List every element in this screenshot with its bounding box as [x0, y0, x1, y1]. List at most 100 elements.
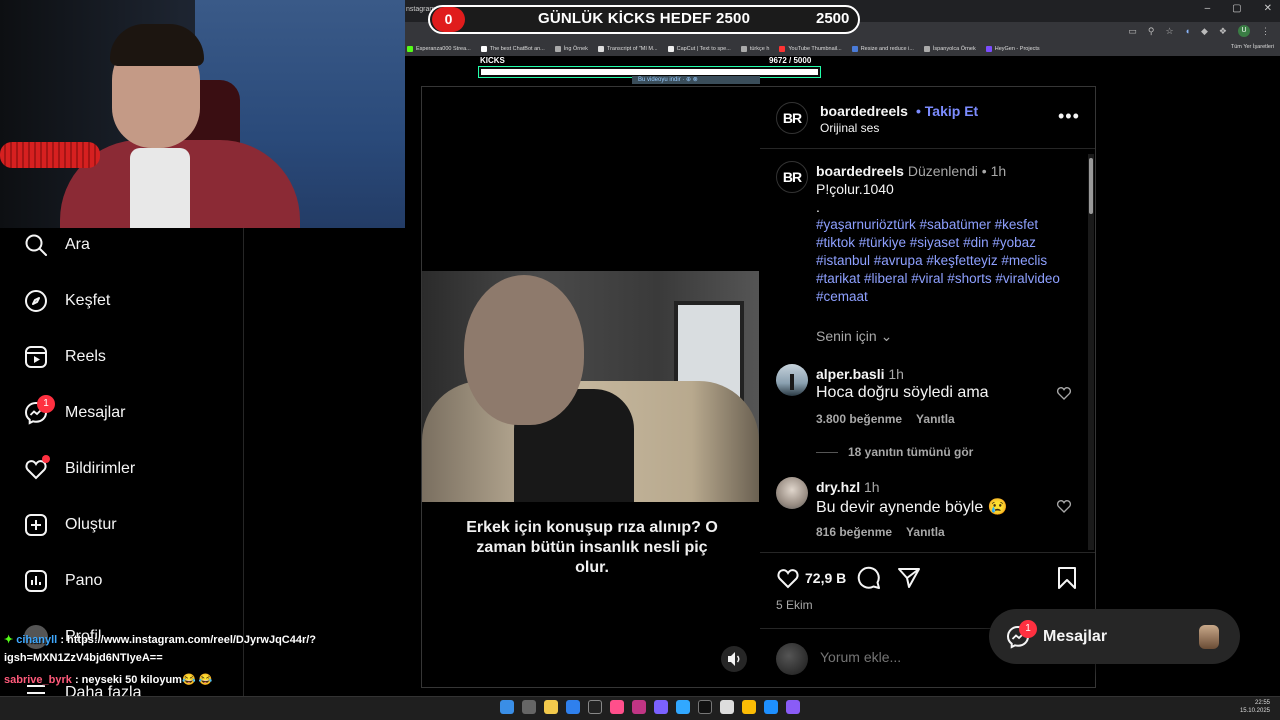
chat-username: sabrive_byrk	[4, 674, 72, 686]
sidebar-item-pano[interactable]: Pano	[24, 569, 102, 593]
tiktok-icon[interactable]	[698, 700, 712, 714]
audio-icon[interactable]: ◖	[1185, 26, 1190, 36]
bookmark-item[interactable]: Resize and reduce i...	[851, 46, 914, 52]
bookmark-item[interactable]: YouTube Thumbnail...	[779, 46, 842, 52]
share-icon[interactable]	[897, 566, 921, 590]
app-icon[interactable]	[764, 700, 778, 714]
bookmark-item[interactable]: İspanyolca Örnek	[923, 46, 976, 52]
view-replies-button[interactable]: 18 yanıtın tümünü gör	[816, 445, 973, 459]
comment-meta: 3.800 beğenme Yanıtla	[816, 412, 955, 426]
messages-float-badge: 1	[1019, 620, 1037, 638]
bookmark-favicon-icon	[667, 46, 674, 52]
bookmark-item[interactable]: türkçe h	[740, 46, 769, 52]
cast-icon[interactable]: ▭	[1128, 26, 1137, 37]
comment-input[interactable]	[820, 649, 980, 665]
chat-text: : neyseki 50 kiloyum😂 😂	[74, 674, 213, 686]
comment-likes[interactable]: 816 beğenme	[816, 525, 892, 539]
maximize-icon[interactable]: ▢	[1232, 3, 1241, 14]
video-frame-image	[422, 271, 759, 502]
app-icon[interactable]	[610, 700, 624, 714]
clock-time: 22:55	[1254, 700, 1270, 706]
chat-text: igsh=MXN1ZzV4bjd6NTIyeA==	[4, 652, 163, 664]
comment-username[interactable]: dry.hzl	[816, 479, 860, 495]
comment-username[interactable]: alper.basli	[816, 366, 884, 382]
like-count[interactable]: 72,9 B	[805, 570, 846, 586]
sidebar-item-kesfet[interactable]: Keşfet	[24, 289, 110, 313]
chevron-down-icon: ⌄	[880, 328, 893, 344]
taskbar-clock[interactable]: 22:55 15.10.2025	[1240, 699, 1270, 715]
comment-avatar[interactable]	[776, 364, 808, 396]
comment-like-heart-icon[interactable]	[1056, 498, 1072, 514]
author-username[interactable]: boardedreels	[820, 103, 908, 119]
comment-avatar[interactable]	[776, 477, 808, 509]
minimize-icon[interactable]: –	[1205, 3, 1211, 14]
zoom-icon[interactable]: ⚲	[1148, 26, 1155, 37]
microphone	[0, 142, 100, 168]
bookmark-item[interactable]: HeyGen - Projects	[985, 46, 1040, 52]
sidebar-item-ara[interactable]: Ara	[24, 233, 90, 257]
photoshop-icon[interactable]	[676, 700, 690, 714]
caption-username[interactable]: boardedreels	[816, 163, 904, 179]
sidebar-item-label: Reels	[65, 348, 106, 365]
sidebar-item-mesajlar[interactable]: 1 Mesajlar	[24, 395, 125, 425]
sidebar-item-bildirimler[interactable]: Bildirimler	[24, 455, 135, 481]
save-bookmark-icon[interactable]	[1055, 566, 1079, 590]
more-options-icon[interactable]: •••	[1058, 106, 1080, 127]
for-you-dropdown[interactable]: Senin için ⌄	[816, 328, 892, 345]
start-icon[interactable]	[500, 700, 514, 714]
goal-title: GÜNLÜK KİCKS HEDEF 2500	[538, 10, 751, 27]
file-explorer-icon[interactable]	[544, 700, 558, 714]
audio-label[interactable]: Orijinal ses	[820, 121, 879, 135]
mute-button[interactable]	[721, 646, 747, 672]
speaker-icon	[728, 652, 740, 666]
plus-square-icon	[25, 514, 47, 536]
all-bookmarks[interactable]: Tüm Yer İşaretleri	[1231, 44, 1274, 50]
scrollbar-thumb[interactable]	[1089, 158, 1093, 214]
bookmark-item[interactable]: CapCut | Text to spe...	[667, 46, 731, 52]
comment-like-heart-icon[interactable]	[1056, 385, 1072, 401]
obs-icon[interactable]	[588, 700, 602, 714]
caption-avatar[interactable]: BR	[776, 161, 808, 193]
comment-likes[interactable]: 3.800 beğenme	[816, 412, 902, 426]
follow-button[interactable]: • Takip Et	[916, 103, 978, 119]
sidebar-item-olustur[interactable]: Oluştur	[24, 513, 117, 537]
capcut-icon[interactable]	[720, 700, 734, 714]
bookmark-item[interactable]: The best ChatBot an...	[480, 46, 545, 52]
actions-divider	[760, 552, 1095, 553]
video-subtitle: Erkek için konuşup rıza alınıp? O zaman …	[466, 519, 718, 576]
kicks-count: 9672 / 5000	[769, 56, 812, 65]
webcam-hair	[110, 24, 204, 66]
extension-icon[interactable]: ◆	[1201, 26, 1208, 37]
reply-button[interactable]: Yanıtla	[906, 525, 945, 539]
bookmark-item[interactable]: İng Örnek	[554, 46, 588, 52]
close-window-icon[interactable]: ✕	[1264, 3, 1272, 14]
comment-icon[interactable]	[857, 566, 881, 590]
chat-message: sabrive_byrk : neyseki 50 kiloyum😂 😂	[4, 673, 212, 686]
edge-icon[interactable]	[566, 700, 580, 714]
caption-hashtags[interactable]: #yaşarnuriöztürk #sabatümer #kesfet #tik…	[816, 216, 1076, 306]
bookmark-item[interactable]: Esperanza000 Strea...	[407, 46, 471, 52]
caption-time: • 1h	[981, 163, 1007, 179]
bookmark-item[interactable]: Transcript of "MI M...	[597, 46, 658, 52]
task-view-icon[interactable]	[522, 700, 536, 714]
webcam-shirt	[130, 148, 190, 228]
search-icon	[25, 234, 47, 256]
app-icon[interactable]	[786, 700, 800, 714]
chat-message: ✦ cihanyll : https://www.instagram.com/r…	[4, 633, 316, 646]
profile-avatar[interactable]: U	[1238, 25, 1250, 37]
bookmarks-bar: Esperanza000 Strea... The best ChatBot a…	[405, 42, 1280, 56]
app-icon[interactable]	[654, 700, 668, 714]
menu-dots-icon[interactable]: ⋮	[1261, 26, 1270, 37]
download-video-hint[interactable]: Bu videoyu indir · ⊕ ⊗	[632, 76, 760, 84]
instagram-icon[interactable]	[632, 700, 646, 714]
like-heart-icon[interactable]	[776, 566, 800, 590]
taskbar-apps	[500, 700, 800, 714]
caption-text: P!çolur.1040	[816, 181, 894, 197]
puzzle-icon[interactable]: ❖	[1219, 26, 1227, 37]
clock-date: 15.10.2025	[1239, 708, 1270, 714]
bookmark-star-icon[interactable]: ☆	[1165, 26, 1173, 37]
author-avatar[interactable]: BR	[776, 102, 808, 134]
reply-button[interactable]: Yanıtla	[916, 412, 955, 426]
sidebar-item-reels[interactable]: Reels	[24, 345, 106, 369]
chrome-icon[interactable]	[742, 700, 756, 714]
